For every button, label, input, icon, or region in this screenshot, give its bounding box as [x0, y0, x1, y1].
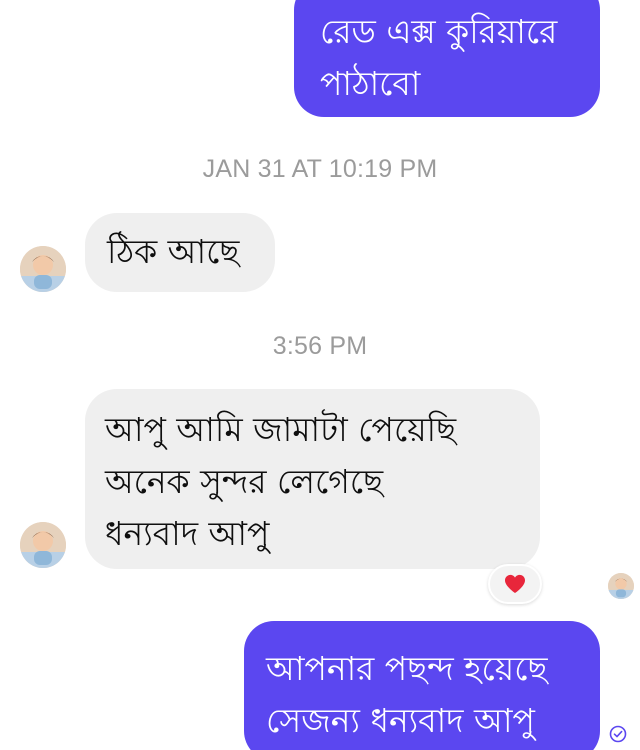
contact-avatar-image — [20, 246, 66, 292]
incoming-message-bubble[interactable]: আপু আমি জামাটা পেয়েছি অনেক সুন্দর লেগেছ… — [85, 389, 540, 569]
contact-avatar-image — [20, 522, 66, 568]
outgoing-message-bubble[interactable]: রেড এক্স কুরিয়ারে পাঠাবো — [294, 0, 600, 117]
heart-icon — [505, 574, 525, 594]
outgoing-message-bubble[interactable]: আপনার পছন্দ হয়েছে সেজন্য ধন্যবাদ আপু — [244, 621, 600, 750]
message-timestamp: JAN 31 AT 10:19 PM — [202, 155, 438, 183]
message-reaction[interactable] — [488, 564, 542, 604]
check-circle-icon — [609, 725, 627, 743]
seen-avatar — [608, 573, 634, 599]
message-timestamp: 3:56 PM — [272, 332, 368, 360]
contact-avatar[interactable] — [20, 246, 66, 292]
contact-avatar[interactable] — [20, 522, 66, 568]
incoming-message-bubble[interactable]: ঠিক আছে — [85, 213, 275, 292]
